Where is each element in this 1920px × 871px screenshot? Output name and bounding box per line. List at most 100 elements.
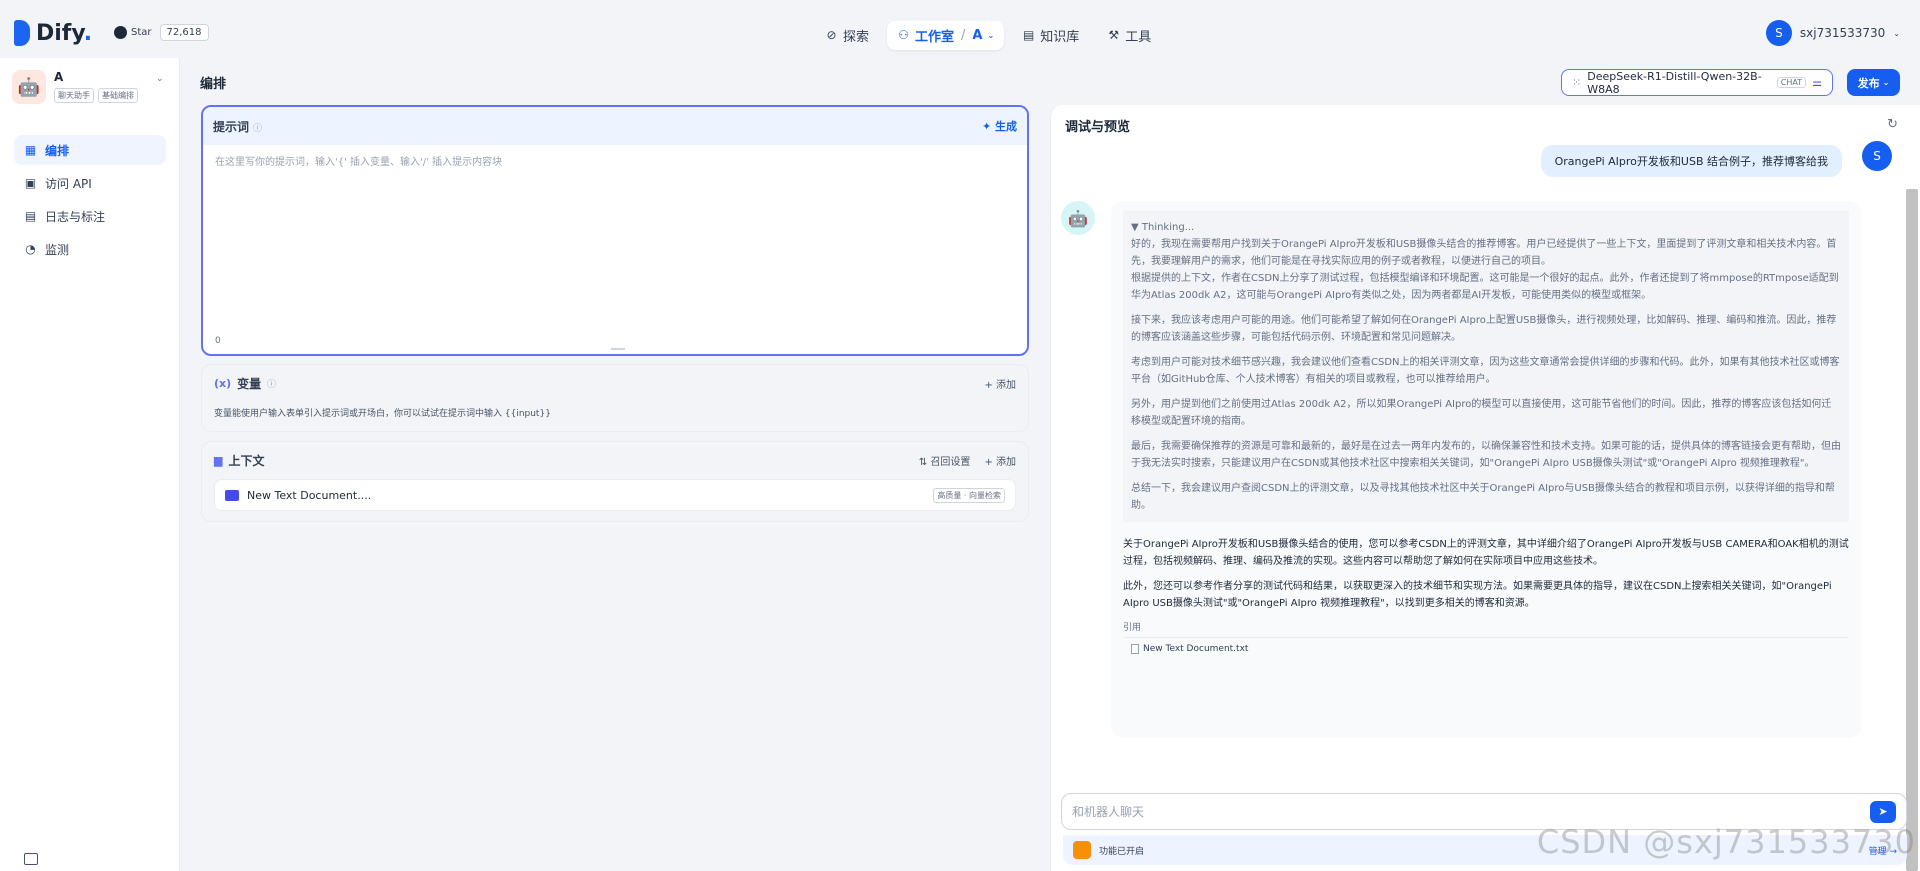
chevron-down-icon: ⌄ <box>1893 28 1900 38</box>
answer-paragraph: 关于OrangePi AIpro开发板和USB摄像头结合的使用，您可以参考CSD… <box>1123 539 1849 567</box>
user-menu[interactable]: S sxj731533730 ⌄ <box>1765 20 1900 46</box>
user-name: sxj731533730 <box>1799 26 1886 40</box>
model-icon: ⁙ <box>1572 76 1582 89</box>
page-title: 编排 <box>200 77 227 92</box>
app-tag: 聊天助手 <box>54 88 94 103</box>
layout-icon: ▦ <box>24 142 37 157</box>
context-panel: ▆ 上下文 ⇅ 召回设置 + 添加 New Text Document.... 高… <box>201 441 1029 522</box>
chevron-down-icon[interactable]: ⌄ <box>156 74 164 84</box>
prompt-panel: 提示词 ⓘ ✦ 生成 在这里写你的提示词，输入'{' 插入变量、输入'/' 插入提… <box>201 105 1029 356</box>
answer-paragraph: 此外，您还可以参考作者分享的测试代码和结果，以获取更深入的技术细节和实现方法。如… <box>1123 581 1832 609</box>
sidebar-item-api[interactable]: ▣ 访问 API <box>14 168 166 198</box>
github-star[interactable]: Star 72,618 <box>114 24 209 41</box>
watermark: CSDN @sxj731533730 <box>1536 823 1916 861</box>
robot-avatar-icon: 🤖 <box>12 70 46 104</box>
main-nav: ⊘ 探索 ⚇ 工作室 / A ⌄ ▤ 知识库 ⚒ 工具 <box>815 21 1161 50</box>
thinking-toggle[interactable]: ▼ Thinking... <box>1131 219 1841 236</box>
answer-text: 关于OrangePi AIpro开发板和USB摄像头结合的使用，您可以参考CSD… <box>1123 536 1849 612</box>
sidebar-menu: ▦ 编排 ▣ 访问 API ▤ 日志与标注 ◔ 监测 <box>14 135 166 267</box>
user-avatar: S <box>1862 141 1892 171</box>
nav-explore-label: 探索 <box>843 30 870 45</box>
publish-button[interactable]: 发布 ⌄ <box>1847 69 1900 96</box>
info-icon[interactable]: ⓘ <box>253 124 262 134</box>
dify-logo[interactable]: Dify. <box>14 20 92 46</box>
document-icon: ▆ <box>214 454 223 467</box>
logo-mark-icon <box>14 20 30 46</box>
thinking-paragraph: 另外，用户提到他们之前使用过Atlas 200dk A2，所以如果OrangeP… <box>1131 399 1832 427</box>
sidebar-item-orchestrate[interactable]: ▦ 编排 <box>14 135 166 165</box>
feature-icon <box>1073 841 1091 859</box>
chevron-down-icon: ⌄ <box>1882 78 1890 87</box>
chevron-down-icon: ⌄ <box>987 31 995 40</box>
model-name: DeepSeek-R1-Distill-Qwen-32B-W8A8 <box>1587 69 1762 96</box>
send-button[interactable]: ➤ <box>1870 800 1896 823</box>
user-avatar: S <box>1765 20 1792 46</box>
app-header[interactable]: 🤖 A 聊天助手 基础编排 <box>12 70 138 104</box>
robot-icon: ⚇ <box>898 28 909 42</box>
sidebar-item-label: 日志与标注 <box>45 209 106 224</box>
sliders-icon[interactable]: ⚌ <box>1812 76 1822 89</box>
thinking-paragraph: 最后，我需要确保推荐的资源是可靠和最新的，最好是在过去一两年内发布的，以确保兼容… <box>1131 441 1841 469</box>
book-icon: ▤ <box>1023 28 1035 42</box>
send-icon: ➤ <box>1878 805 1888 818</box>
refresh-icon[interactable]: ↻ <box>1887 117 1898 132</box>
context-title: 上下文 <box>228 454 265 468</box>
nav-knowledge[interactable]: ▤ 知识库 <box>1012 21 1089 50</box>
thinking-paragraph: 接下来，我应该考虑用户可能的用途。他们可能希望了解如何在OrangePi AIp… <box>1131 315 1837 343</box>
nav-tools[interactable]: ⚒ 工具 <box>1097 21 1161 50</box>
bot-message: ▼ Thinking... 好的，我现在需要帮用户找到关于OrangePi AI… <box>1111 201 1861 738</box>
sidebar-item-label: 监测 <box>45 242 70 257</box>
github-star-label: Star <box>131 27 152 38</box>
resize-handle[interactable] <box>611 348 625 350</box>
thinking-paragraph: 好的，我现在需要帮用户找到关于OrangePi AIpro开发板和USB摄像头结… <box>1131 239 1839 301</box>
thinking-block[interactable]: ▼ Thinking... 好的，我现在需要帮用户找到关于OrangePi AI… <box>1123 211 1849 522</box>
variables-description: 变量能使用户输入表单引入提示词或开场白，你可以试试在提示词中输入 {{input… <box>214 409 551 419</box>
gauge-icon: ◔ <box>25 241 36 256</box>
hammer-icon: ⚒ <box>1108 28 1120 42</box>
file-list-icon: ▤ <box>24 208 37 223</box>
sidebar-toggle-icon[interactable] <box>24 853 38 865</box>
thinking-paragraph: 考虑到用户可能对技术细节感兴趣，我会建议他们查看CSDN上的相关评测文章，因为这… <box>1131 357 1840 385</box>
doc-index-tag: 高质量 · 向量检索 <box>933 487 1005 503</box>
prompt-editor[interactable]: 在这里写你的提示词，输入'{' 插入变量、输入'/' 插入提示内容块 <box>203 145 1027 176</box>
citation-doc: New Text Document.txt <box>1143 644 1249 654</box>
doc-name: New Text Document.... <box>247 488 372 502</box>
top-bar: Dify. Star 72,618 ⊘ 探索 ⚇ 工作室 / A ⌄ ▤ 知识库… <box>0 12 1920 56</box>
prompt-header: 提示词 ⓘ ✦ 生成 <box>203 107 1027 145</box>
nav-knowledge-label: 知识库 <box>1040 30 1080 45</box>
generate-button[interactable]: ✦ 生成 <box>982 118 1017 134</box>
app-tag: 基础编排 <box>98 88 138 103</box>
settings-icon: ⇅ <box>918 457 931 468</box>
debug-preview-panel: 调试与预览 ↻ OrangePi AIpro开发板和USB 结合例子，推荐博客给… <box>1050 105 1920 871</box>
chat-input[interactable] <box>1072 804 1870 819</box>
sidebar-item-logs[interactable]: ▤ 日志与标注 <box>14 201 166 231</box>
file-icon <box>1131 644 1139 654</box>
citation-label: 引用 <box>1123 620 1849 638</box>
variables-title: 变量 <box>237 377 262 391</box>
nav-explore[interactable]: ⊘ 探索 <box>815 21 879 50</box>
prompt-title: 提示词 <box>213 119 250 134</box>
recall-label: 召回设置 <box>930 457 971 468</box>
model-selector[interactable]: ⁙ DeepSeek-R1-Distill-Qwen-32B-W8A8 CHAT… <box>1561 69 1833 96</box>
generate-label: 生成 <box>995 120 1017 133</box>
folder-icon <box>225 489 239 501</box>
add-variable-button[interactable]: + 添加 <box>984 376 1016 391</box>
chat-badge: CHAT <box>1776 77 1807 88</box>
nav-studio[interactable]: ⚇ 工作室 / A ⌄ <box>887 21 1005 50</box>
scrollbar[interactable] <box>1906 189 1918 871</box>
citation-item[interactable]: New Text Document.txt <box>1131 644 1849 654</box>
nav-studio-app[interactable]: A <box>972 28 982 43</box>
add-label: 添加 <box>996 457 1016 468</box>
context-doc-row[interactable]: New Text Document.... 高质量 · 向量检索 <box>214 479 1016 511</box>
logo-text: Dify <box>36 20 84 46</box>
user-message: OrangePi AIpro开发板和USB 结合例子，推荐博客给我 <box>1540 145 1842 177</box>
sparkle-icon: ✦ <box>981 120 995 133</box>
sidebar-item-monitor[interactable]: ◔ 监测 <box>14 234 166 264</box>
publish-label: 发布 <box>1857 76 1880 90</box>
char-count: 0 <box>215 336 221 346</box>
add-label: 添加 <box>996 380 1016 391</box>
add-context-button[interactable]: + 添加 <box>984 453 1016 468</box>
variable-icon: (x) <box>214 377 232 390</box>
info-icon[interactable]: ⓘ <box>267 377 276 390</box>
recall-settings-button[interactable]: ⇅ 召回设置 <box>919 453 971 468</box>
